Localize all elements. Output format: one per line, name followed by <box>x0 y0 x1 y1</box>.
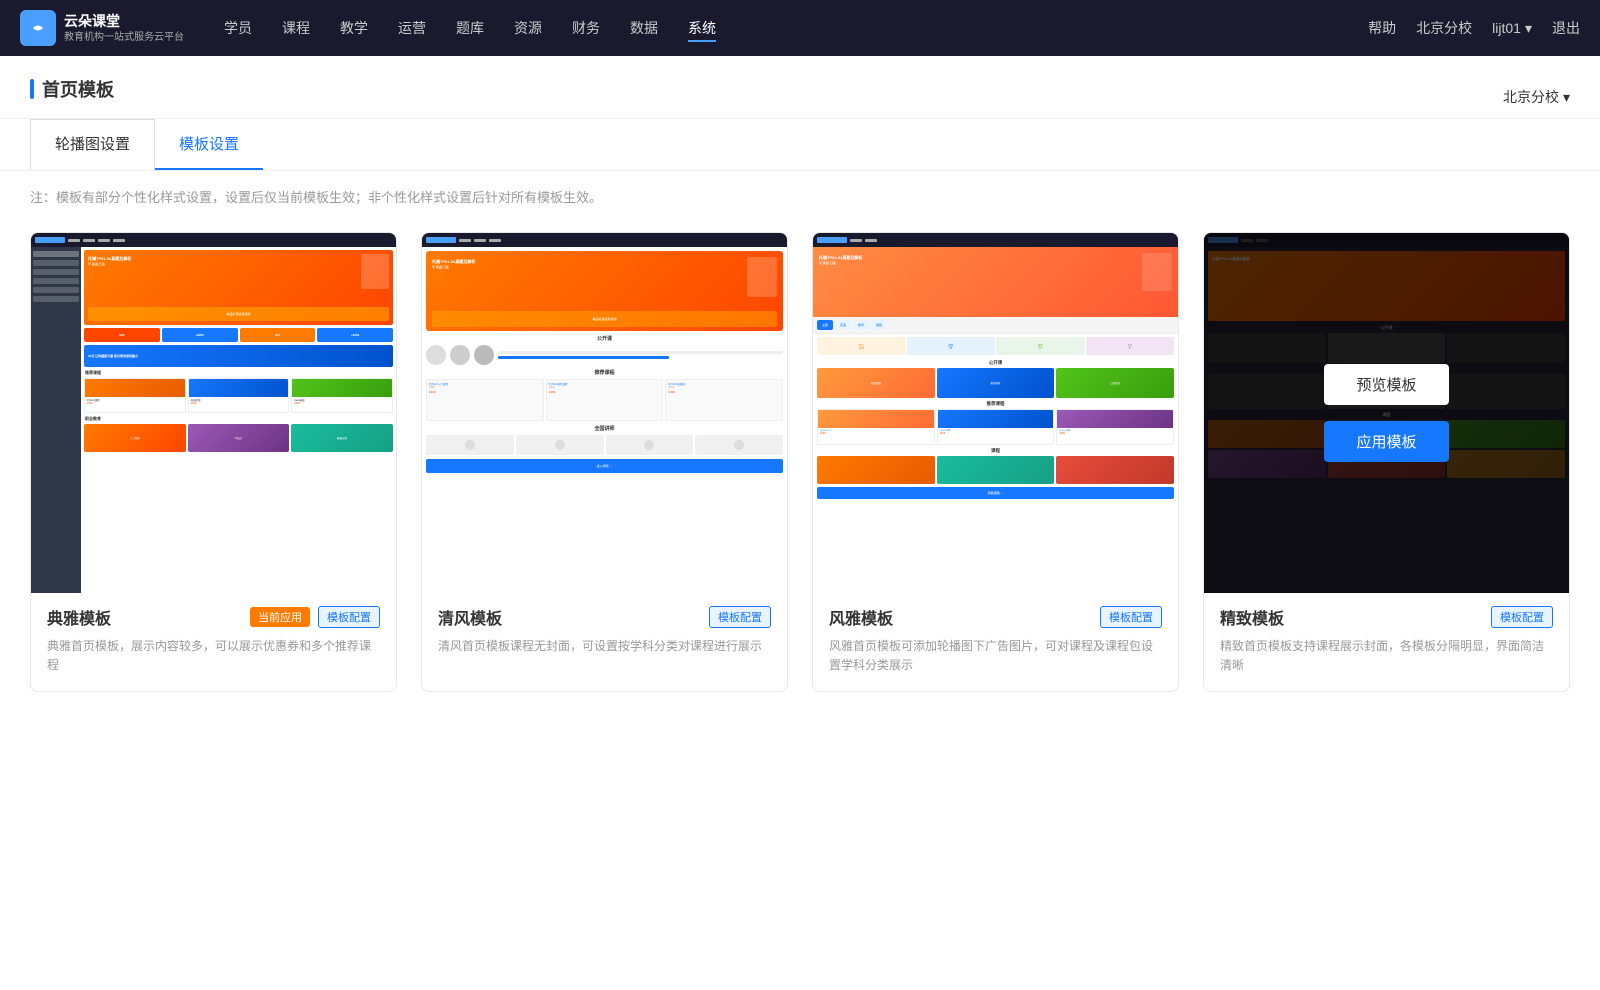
template-badges-3: 模板配置 <box>1100 606 1162 628</box>
template-name-row-1: 典雅模板 当前应用 模板配置 <box>47 605 380 629</box>
template-name-row-2: 清风模板 模板配置 <box>438 605 771 629</box>
nav-item-courses[interactable]: 课程 <box>282 14 310 42</box>
page-header: 首页模板 北京分校 ▾ <box>0 56 1600 119</box>
user-menu[interactable]: lijt01 ▾ <box>1492 20 1532 37</box>
config-button-1[interactable]: 模板配置 <box>318 606 380 628</box>
school-link[interactable]: 北京分校 <box>1416 18 1472 38</box>
user-dropdown-icon: ▾ <box>1525 20 1532 37</box>
template-footer-2: 清风模板 模板配置 清风首页模板课程无封面，可设置按学科分类对课程进行展示 <box>422 593 787 672</box>
page-title: 首页模板 <box>30 76 114 118</box>
nav-menu: 学员 课程 教学 运营 题库 资源 财务 数据 系统 <box>224 14 1368 42</box>
logo[interactable]: 云朵课堂 教育机构一站式服务云平台 <box>20 10 184 46</box>
location-dropdown-icon: ▾ <box>1563 89 1570 106</box>
config-button-3[interactable]: 模板配置 <box>1100 606 1162 628</box>
template-name-2: 清风模板 <box>438 605 502 629</box>
logout-button[interactable]: 退出 <box>1552 18 1580 38</box>
template-hover-overlay-4: 预览模板 应用模板 <box>1204 233 1569 593</box>
config-button-2[interactable]: 模板配置 <box>709 606 771 628</box>
template-badges-2: 模板配置 <box>709 606 771 628</box>
template-name-3: 风雅模板 <box>829 605 893 629</box>
template-preview-4[interactable]: 托福TP01-54真题及解析 公开课 推荐课程 <box>1204 233 1569 593</box>
nav-right: 帮助 北京分校 lijt01 ▾ 退出 <box>1368 18 1580 38</box>
tabs-container: 轮播图设置 模板设置 <box>0 119 1600 171</box>
template-card-3: 托福TP01-54真题及解析 平 英语 口语 全部 英语 数学 编程 <box>812 232 1179 692</box>
config-button-4[interactable]: 模板配置 <box>1491 606 1553 628</box>
page-location[interactable]: 北京分校 ▾ <box>1503 87 1570 107</box>
template-badges-4: 模板配置 <box>1491 606 1553 628</box>
nav-item-students[interactable]: 学员 <box>224 14 252 42</box>
template-name-row-3: 风雅模板 模板配置 <box>829 605 1162 629</box>
template-desc-4: 精致首页模板支持课程展示封面，各模板分隔明显，界面简洁清晰 <box>1220 637 1553 675</box>
nav-item-teaching[interactable]: 教学 <box>340 14 368 42</box>
tab-template[interactable]: 模板设置 <box>155 119 263 170</box>
current-badge-1: 当前应用 <box>250 607 310 627</box>
tabs: 轮播图设置 模板设置 <box>30 119 1570 170</box>
nav-item-finance[interactable]: 财务 <box>572 14 600 42</box>
template-badges-1: 当前应用 模板配置 <box>250 606 380 628</box>
template-card-1: 托福TP01-54真题及解析 平 英语 口语 精品好课速来抢购 <box>30 232 397 692</box>
preview-button-4[interactable]: 预览模板 <box>1324 364 1448 405</box>
nav-item-resources[interactable]: 资源 <box>514 14 542 42</box>
notice-text: 注：模板有部分个性化样式设置，设置后仅当前模板生效；非个性化样式设置后针对所有模… <box>0 171 1600 222</box>
template-desc-3: 风雅首页模板可添加轮播图下广告图片，可对课程及课程包设置学科分类展示 <box>829 637 1162 675</box>
template-name-4: 精致模板 <box>1220 605 1284 629</box>
template-footer-1: 典雅模板 当前应用 模板配置 典雅首页模板，展示内容较多，可以展示优惠券和多个推… <box>31 593 396 691</box>
template-preview-1[interactable]: 托福TP01-54真题及解析 平 英语 口语 精品好课速来抢购 <box>31 233 396 593</box>
nav-item-questions[interactable]: 题库 <box>456 14 484 42</box>
template-preview-3[interactable]: 托福TP01-54真题及解析 平 英语 口语 全部 英语 数学 编程 <box>813 233 1178 593</box>
template-name-row-4: 精致模板 模板配置 <box>1220 605 1553 629</box>
logo-text: 云朵课堂 教育机构一站式服务云平台 <box>64 12 184 43</box>
navigation: 云朵课堂 教育机构一站式服务云平台 学员 课程 教学 运营 题库 资源 财务 数… <box>0 0 1600 56</box>
nav-item-operations[interactable]: 运营 <box>398 14 426 42</box>
logo-icon <box>20 10 56 46</box>
template-footer-3: 风雅模板 模板配置 风雅首页模板可添加轮播图下广告图片，可对课程及课程包设置学科… <box>813 593 1178 691</box>
template-footer-4: 精致模板 模板配置 精致首页模板支持课程展示封面，各模板分隔明显，界面简洁清晰 <box>1204 593 1569 691</box>
template-preview-2[interactable]: 托福TP01-54真题及解析 平 英语 口语 精品好课速来抢购 公开课 <box>422 233 787 593</box>
main-content: 首页模板 北京分校 ▾ 轮播图设置 模板设置 注：模板有部分个性化样式设置，设置… <box>0 56 1600 990</box>
template-card-4: 托福TP01-54真题及解析 公开课 推荐课程 <box>1203 232 1570 692</box>
template-name-1: 典雅模板 <box>47 605 111 629</box>
tab-carousel[interactable]: 轮播图设置 <box>30 119 155 170</box>
nav-item-data[interactable]: 数据 <box>630 14 658 42</box>
nav-item-system[interactable]: 系统 <box>688 14 716 42</box>
template-desc-2: 清风首页模板课程无封面，可设置按学科分类对课程进行展示 <box>438 637 771 656</box>
apply-button-4[interactable]: 应用模板 <box>1324 421 1448 462</box>
templates-grid: 托福TP01-54真题及解析 平 英语 口语 精品好课速来抢购 <box>0 222 1600 732</box>
template-desc-1: 典雅首页模板，展示内容较多，可以展示优惠券和多个推荐课程 <box>47 637 380 675</box>
help-link[interactable]: 帮助 <box>1368 18 1396 38</box>
template-card-2: 托福TP01-54真题及解析 平 英语 口语 精品好课速来抢购 公开课 <box>421 232 788 692</box>
